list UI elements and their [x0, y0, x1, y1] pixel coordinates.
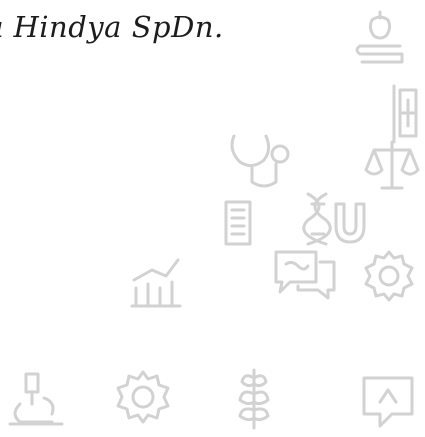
dna-icon [300, 190, 334, 248]
book-apple-icon [350, 8, 410, 70]
screenshot-canvas: ı Hindya SpDn. [0, 0, 425, 437]
building-icon [220, 196, 260, 248]
growth-chart-icon [130, 254, 182, 310]
scales-of-justice-icon [362, 138, 422, 194]
wheat-icon [228, 362, 280, 432]
handwritten-name-text: ı Hindya SpDn. [0, 10, 224, 44]
stethoscope-icon [228, 130, 300, 192]
magnet-icon [330, 196, 370, 246]
gear-icon [360, 246, 418, 306]
microscope-icon [4, 368, 68, 430]
chat-bubbles-icon [270, 244, 340, 304]
message-box-icon [358, 372, 418, 430]
handwritten-name: ı Hindya SpDn. [0, 0, 260, 80]
settings-gear-icon [110, 366, 176, 430]
